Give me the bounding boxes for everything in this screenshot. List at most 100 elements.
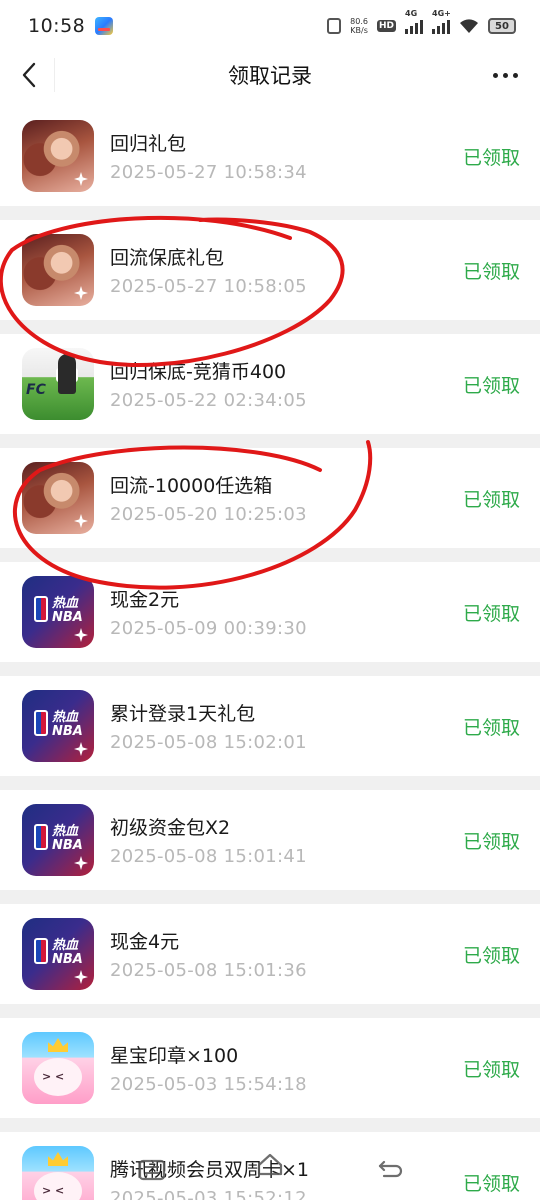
claimed-status: 已领取 <box>462 602 520 625</box>
game-nba-icon: 热血 NBA <box>22 918 94 990</box>
list-item[interactable]: > < 星宝印章×100 2025-05-03 15:54:18 已领取 <box>0 1018 540 1118</box>
record-time: 2025-05-09 00:39:30 <box>110 618 307 639</box>
game-nba-icon: 热血 NBA <box>22 690 94 762</box>
nba-logo-text: 热血 <box>52 710 79 725</box>
record-info: 回流保底礼包 2025-05-27 10:58:05 <box>110 243 463 297</box>
sim2-network-label: 4G+ <box>432 9 451 18</box>
list-separator <box>0 320 540 334</box>
header-divider <box>54 58 55 92</box>
game-heroine-icon <box>22 120 94 192</box>
game-nba-icon: 热血 NBA <box>22 576 94 648</box>
list-separator <box>0 662 540 676</box>
claimed-status: 已领取 <box>462 944 520 967</box>
record-time: 2025-05-08 15:01:36 <box>110 960 307 981</box>
record-title: 现金2元 <box>110 589 180 611</box>
record-info: 回归保底-竞猜币400 2025-05-22 02:34:05 <box>110 357 463 411</box>
list-item[interactable]: FC 回归保底-竞猜币400 2025-05-22 02:34:05 已领取 <box>0 334 540 434</box>
hd-icon: HD <box>376 20 396 32</box>
record-info: 初级资金包X2 2025-05-08 15:01:41 <box>110 813 463 867</box>
nba-logo-text: NBA <box>52 610 83 625</box>
record-info: 腾讯视频会员双周卡×1 2025-05-03 15:52:12 <box>110 1155 463 1200</box>
list-item[interactable]: 热血 NBA 初级资金包X2 2025-05-08 15:01:41 已领取 <box>0 790 540 890</box>
wifi-icon <box>460 19 478 33</box>
nba-logo-text: 热血 <box>52 596 79 611</box>
list-item[interactable]: 回流保底礼包 2025-05-27 10:58:05 已领取 <box>0 220 540 320</box>
nba-logo-text: NBA <box>52 724 83 739</box>
nba-logo-icon <box>34 710 48 736</box>
vibrate-icon <box>327 18 342 34</box>
game-heroine-icon <box>22 462 94 534</box>
signal-sim2-icon: 4G+ <box>432 9 451 34</box>
record-info: 回归礼包 2025-05-27 10:58:34 <box>110 129 463 183</box>
list-item[interactable]: > < 腾讯视频会员双周卡×1 2025-05-03 15:52:12 已领取 <box>0 1132 540 1200</box>
status-time: 10:58 <box>28 15 86 37</box>
record-title: 星宝印章×100 <box>110 1045 239 1067</box>
nba-logo-text: NBA <box>52 952 83 967</box>
record-title: 初级资金包X2 <box>110 817 231 839</box>
status-bar: 10:58 80.6 KB/s HD 4G 4G+ 50 <box>0 0 540 52</box>
record-title: 现金4元 <box>110 931 180 953</box>
record-time: 2025-05-08 15:02:01 <box>110 732 307 753</box>
signal-sim1-icon: 4G <box>405 9 423 34</box>
records-list[interactable]: 回归礼包 2025-05-27 10:58:34 已领取 回流保底礼包 2025-05-… <box>0 106 540 1200</box>
claimed-status: 已领取 <box>462 374 520 397</box>
record-title: 回归礼包 <box>110 133 187 155</box>
record-info: 星宝印章×100 2025-05-03 15:54:18 <box>110 1041 463 1095</box>
record-time: 2025-05-27 10:58:05 <box>110 276 307 297</box>
status-indicators: 80.6 KB/s HD 4G 4G+ 50 <box>327 9 516 35</box>
back-button[interactable] <box>14 60 44 90</box>
game-heroine-icon <box>22 234 94 306</box>
nba-logo-text: 热血 <box>52 824 79 839</box>
record-info: 回流-10000任选箱 2025-05-20 10:25:03 <box>110 471 463 525</box>
claimed-status: 已领取 <box>462 1172 520 1195</box>
list-item[interactable]: 热血 NBA 现金4元 2025-05-08 15:01:36 已领取 <box>0 904 540 1004</box>
list-item[interactable]: 回归礼包 2025-05-27 10:58:34 已领取 <box>0 106 540 206</box>
game-cartoon-icon: > < <box>22 1032 94 1104</box>
list-separator <box>0 434 540 448</box>
list-item[interactable]: 回流-10000任选箱 2025-05-20 10:25:03 已领取 <box>0 448 540 548</box>
list-separator <box>0 890 540 904</box>
fc-logo-text: FC <box>26 382 46 398</box>
page-title: 领取记录 <box>228 64 312 88</box>
nba-logo-icon <box>34 938 48 964</box>
record-title: 腾讯视频会员双周卡×1 <box>110 1159 310 1181</box>
record-info: 累计登录1天礼包 2025-05-08 15:02:01 <box>110 699 463 753</box>
nba-logo-text: 热血 <box>52 938 79 953</box>
game-nba-icon: 热血 NBA <box>22 804 94 876</box>
record-time: 2025-05-20 10:25:03 <box>110 504 307 525</box>
header: 领取记录 <box>0 52 540 98</box>
list-separator <box>0 206 540 220</box>
list-item[interactable]: 热血 NBA 累计登录1天礼包 2025-05-08 15:02:01 已领取 <box>0 676 540 776</box>
game-fc-football-icon: FC <box>22 348 94 420</box>
record-title: 回流-10000任选箱 <box>110 475 273 497</box>
list-separator <box>0 548 540 562</box>
battery-icon: 50 <box>488 18 516 34</box>
record-title: 回归保底-竞猜币400 <box>110 361 287 383</box>
game-cartoon-icon: > < <box>22 1146 94 1200</box>
more-dot-icon <box>513 72 518 78</box>
sim1-network-label: 4G <box>405 9 418 18</box>
network-speed-value: 80.6 <box>350 17 368 26</box>
app-notification-icon <box>95 17 114 35</box>
record-time: 2025-05-08 15:01:41 <box>110 846 307 867</box>
claimed-status: 已领取 <box>462 830 520 853</box>
list-separator <box>0 776 540 790</box>
record-time: 2025-05-03 15:52:12 <box>110 1188 307 1200</box>
more-dot-icon <box>493 72 498 78</box>
face-eyes: > < <box>42 1070 65 1083</box>
claimed-status: 已领取 <box>462 260 520 283</box>
record-time: 2025-05-27 10:58:34 <box>110 162 307 183</box>
list-separator <box>0 1118 540 1132</box>
crown-icon <box>48 1152 68 1166</box>
more-options-button[interactable] <box>493 64 518 86</box>
record-time: 2025-05-22 02:34:05 <box>110 390 307 411</box>
network-speed-unit: KB/s <box>350 26 368 35</box>
nba-logo-text: NBA <box>52 838 83 853</box>
crown-icon <box>48 1038 68 1052</box>
record-title: 累计登录1天礼包 <box>110 703 256 725</box>
list-item[interactable]: 热血 NBA 现金2元 2025-05-09 00:39:30 已领取 <box>0 562 540 662</box>
claimed-status: 已领取 <box>462 146 520 169</box>
claimed-status: 已领取 <box>462 1058 520 1081</box>
record-info: 现金2元 2025-05-09 00:39:30 <box>110 585 463 639</box>
record-title: 回流保底礼包 <box>110 247 225 269</box>
